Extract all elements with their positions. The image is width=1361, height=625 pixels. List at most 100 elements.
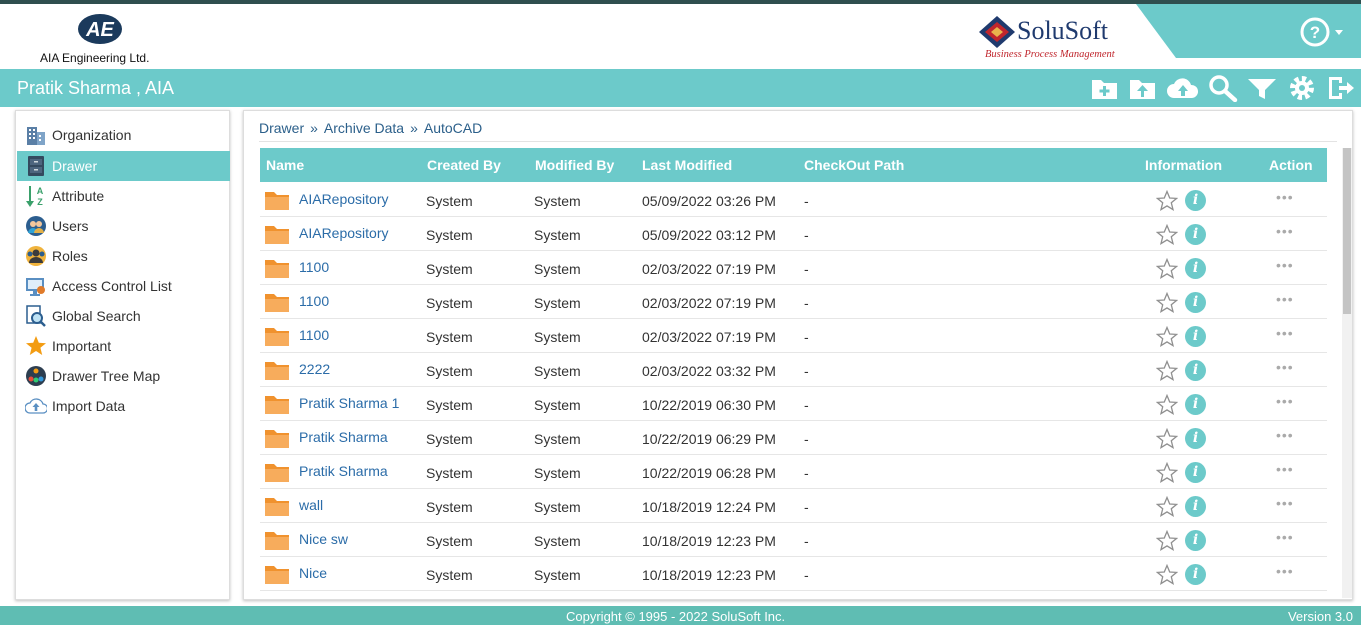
favorite-star-icon[interactable] bbox=[1155, 291, 1179, 314]
more-actions-icon[interactable]: ••• bbox=[1276, 189, 1300, 211]
favorite-star-icon[interactable] bbox=[1155, 325, 1179, 348]
breadcrumb-item-autocad[interactable]: AutoCAD bbox=[424, 120, 482, 136]
favorite-star-icon[interactable] bbox=[1155, 393, 1179, 416]
table-row[interactable]: 1100 System System 02/03/2022 07:19 PM - i ••• bbox=[260, 285, 1327, 319]
favorite-star-icon[interactable] bbox=[1155, 427, 1179, 450]
user-name-title: Pratik Sharma , AIA bbox=[17, 78, 175, 98]
folder-name-link[interactable]: wall bbox=[299, 497, 323, 513]
more-actions-icon[interactable]: ••• bbox=[1276, 529, 1300, 551]
column-header-checkout-path[interactable]: CheckOut Path bbox=[804, 157, 904, 173]
folder-name-link[interactable]: Pratik Sharma 1 bbox=[299, 395, 399, 411]
help-button[interactable]: ? bbox=[1299, 16, 1349, 50]
favorite-star-icon[interactable] bbox=[1155, 563, 1179, 586]
folder-name-link[interactable]: 2222 bbox=[299, 361, 330, 377]
folder-name-link[interactable]: 1100 bbox=[299, 293, 329, 309]
column-header-last-modified[interactable]: Last Modified bbox=[642, 157, 732, 173]
folder-icon bbox=[265, 532, 289, 550]
sidebar-item-organization[interactable]: Organization bbox=[17, 120, 230, 150]
info-icon[interactable]: i bbox=[1185, 496, 1206, 517]
column-header-created-by[interactable]: Created By bbox=[427, 157, 501, 173]
folder-name-link[interactable]: Nice bbox=[299, 565, 327, 581]
favorite-star-icon[interactable] bbox=[1155, 461, 1179, 484]
svg-text:?: ? bbox=[1310, 23, 1320, 42]
search-button[interactable] bbox=[1207, 74, 1238, 103]
sidebar-item-global-search[interactable]: Global Search bbox=[17, 301, 230, 331]
vertical-scrollbar[interactable] bbox=[1342, 148, 1352, 598]
more-actions-icon[interactable]: ••• bbox=[1276, 325, 1300, 347]
info-icon[interactable]: i bbox=[1185, 530, 1206, 551]
folder-name-link[interactable]: 1100 bbox=[299, 327, 329, 343]
more-actions-icon[interactable]: ••• bbox=[1276, 359, 1300, 381]
folder-name-link[interactable]: AIARepository bbox=[299, 191, 388, 207]
more-actions-icon[interactable]: ••• bbox=[1276, 291, 1300, 313]
table-row[interactable]: wall System System 10/18/2019 12:24 PM - i ••• bbox=[260, 489, 1327, 523]
breadcrumb-item-drawer[interactable]: Drawer bbox=[259, 120, 304, 136]
upload-folder-button[interactable] bbox=[1128, 74, 1158, 102]
info-icon[interactable]: i bbox=[1185, 326, 1206, 347]
modified-by-cell: System bbox=[534, 193, 581, 209]
info-icon[interactable]: i bbox=[1185, 190, 1206, 211]
column-header-modified-by[interactable]: Modified By bbox=[535, 157, 614, 173]
favorite-star-icon[interactable] bbox=[1155, 189, 1179, 212]
logout-button[interactable] bbox=[1326, 74, 1356, 102]
table-row[interactable]: AIARepository System System 05/09/2022 03:2… bbox=[260, 183, 1327, 217]
favorite-star-icon[interactable] bbox=[1155, 223, 1179, 246]
settings-button[interactable] bbox=[1288, 74, 1318, 102]
favorite-star-icon[interactable] bbox=[1155, 257, 1179, 280]
more-actions-icon[interactable]: ••• bbox=[1276, 461, 1300, 483]
more-actions-icon[interactable]: ••• bbox=[1276, 427, 1300, 449]
info-icon[interactable]: i bbox=[1185, 360, 1206, 381]
table-row[interactable]: Pratik Sharma System System 10/22/2019 06:2… bbox=[260, 421, 1327, 455]
favorite-star-icon[interactable] bbox=[1155, 495, 1179, 518]
cloud-upload-button[interactable] bbox=[1166, 74, 1200, 102]
modified-by-cell: System bbox=[534, 363, 581, 379]
folder-name-link[interactable]: 1100 bbox=[299, 259, 329, 275]
table-row[interactable]: AIARepository System System 05/09/2022 03:1… bbox=[260, 217, 1327, 251]
scrollbar-thumb[interactable] bbox=[1343, 148, 1351, 314]
column-header-name[interactable]: Name bbox=[266, 157, 304, 173]
last-modified-cell: 10/22/2019 06:29 PM bbox=[642, 431, 776, 447]
table-row[interactable]: Nice sw System System 10/18/2019 12:23 PM - i… bbox=[260, 523, 1327, 557]
more-actions-icon[interactable]: ••• bbox=[1276, 223, 1300, 245]
more-actions-icon[interactable]: ••• bbox=[1276, 563, 1300, 585]
folder-name-link[interactable]: Nice sw bbox=[299, 531, 348, 547]
folder-name-link[interactable]: AIARepository bbox=[299, 225, 388, 241]
sidebar-item-attribute[interactable]: A Z Attribute bbox=[17, 181, 230, 211]
info-icon[interactable]: i bbox=[1185, 564, 1206, 585]
table-row[interactable]: Pratik Sharma System System 10/22/2019 06:2… bbox=[260, 455, 1327, 489]
solusoft-logo-mark bbox=[979, 16, 1015, 48]
folder-name-link[interactable]: Pratik Sharma bbox=[299, 429, 388, 445]
folder-icon bbox=[265, 226, 289, 244]
table-row[interactable]: Nice System System 10/18/2019 12:23 PM - i ••• bbox=[260, 557, 1327, 591]
folder-name-link[interactable]: Pratik Sharma bbox=[299, 463, 388, 479]
created-by-cell: System bbox=[426, 227, 473, 243]
favorite-star-icon[interactable] bbox=[1155, 359, 1179, 382]
table-row[interactable]: 1100 System System 02/03/2022 07:19 PM - i ••• bbox=[260, 251, 1327, 285]
info-icon[interactable]: i bbox=[1185, 428, 1206, 449]
sidebar-item-import-data[interactable]: Import Data bbox=[17, 391, 230, 421]
more-actions-icon[interactable]: ••• bbox=[1276, 393, 1300, 415]
info-icon[interactable]: i bbox=[1185, 462, 1206, 483]
table-row[interactable]: 1100 System System 02/03/2022 07:19 PM - i ••• bbox=[260, 319, 1327, 353]
info-icon[interactable]: i bbox=[1185, 258, 1206, 279]
breadcrumb-item-archive-data[interactable]: Archive Data bbox=[324, 120, 404, 136]
table-row[interactable]: Pratik Sharma 1 System System 10/22/2019 06… bbox=[260, 387, 1327, 421]
table-row[interactable]: 2222 System System 02/03/2022 03:32 PM - i ••• bbox=[260, 353, 1327, 387]
svg-text:Z: Z bbox=[37, 197, 43, 207]
sidebar-item-drawer-tree-map[interactable]: Drawer Tree Map bbox=[17, 361, 230, 391]
sidebar-item-important[interactable]: Important bbox=[17, 331, 230, 361]
more-actions-icon[interactable]: ••• bbox=[1276, 495, 1300, 517]
more-actions-icon[interactable]: ••• bbox=[1276, 257, 1300, 279]
favorite-star-icon[interactable] bbox=[1155, 529, 1179, 552]
info-icon[interactable]: i bbox=[1185, 394, 1206, 415]
add-folder-button[interactable] bbox=[1090, 74, 1120, 102]
folder-icon bbox=[265, 498, 289, 516]
info-icon[interactable]: i bbox=[1185, 292, 1206, 313]
filter-button[interactable] bbox=[1247, 74, 1277, 102]
sidebar-item-access-control-list[interactable]: Access Control List bbox=[17, 271, 230, 301]
sidebar-item-drawer[interactable]: Drawer bbox=[17, 151, 230, 181]
sidebar-item-users[interactable]: Users bbox=[17, 211, 230, 241]
sidebar-item-roles[interactable]: Roles bbox=[17, 241, 230, 271]
sidebar-item-label: Organization bbox=[52, 127, 132, 143]
info-icon[interactable]: i bbox=[1185, 224, 1206, 245]
